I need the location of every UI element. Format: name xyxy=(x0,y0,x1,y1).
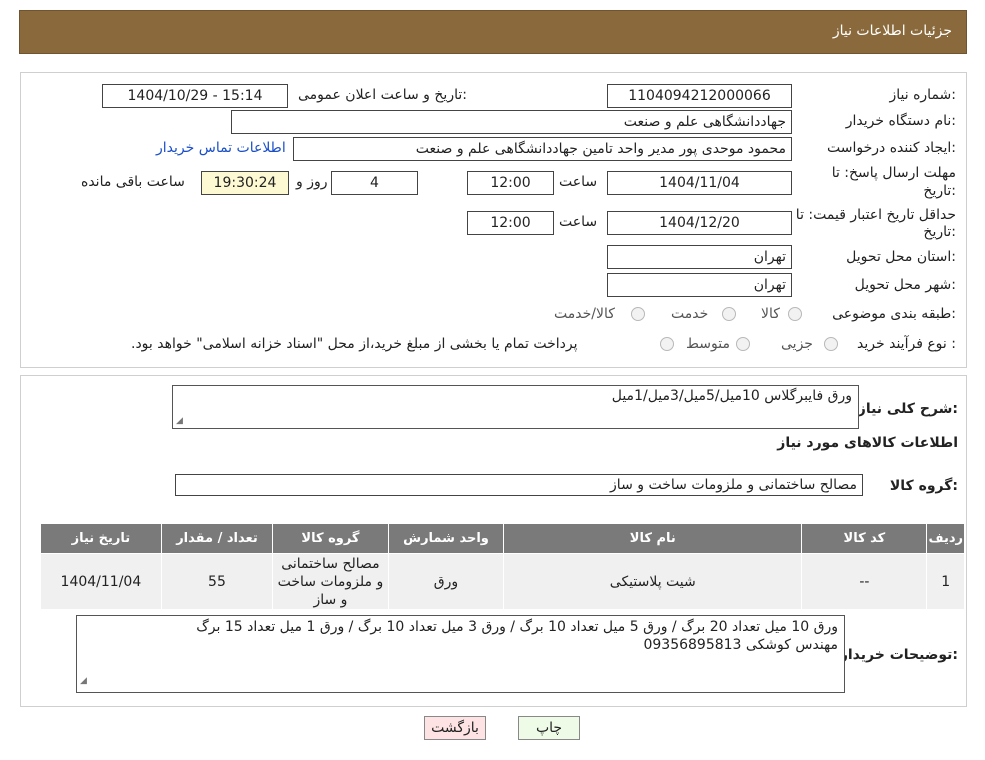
process-radio-medium[interactable] xyxy=(736,337,750,351)
col-name: نام کالا xyxy=(503,523,803,554)
need-number-label: شماره نیاز: xyxy=(889,87,956,103)
process-option-medium: متوسط xyxy=(686,336,730,352)
category-radio-goods-service[interactable] xyxy=(631,307,645,321)
city-label: شهر محل تحویل: xyxy=(854,277,956,293)
table-row: 1 -- شیت پلاستیکی ورق مصالح ساختمانی و م… xyxy=(40,553,965,610)
page-title: جزئیات اطلاعات نیاز xyxy=(832,23,952,39)
goods-group-field: مصالح ساختمانی و ملزومات ساخت و ساز xyxy=(175,474,863,496)
deadline-time-label: ساعت xyxy=(559,174,598,190)
category-radio-goods[interactable] xyxy=(788,307,802,321)
buyer-notes-textarea[interactable]: ورق 10 میل تعداد 20 برگ / ورق 5 میل تعدا… xyxy=(76,615,845,693)
buyer-notes-line1: ورق 10 میل تعداد 20 برگ / ورق 5 میل تعدا… xyxy=(196,619,838,635)
category-option-goods: کالا xyxy=(761,306,780,322)
print-button[interactable]: چاپ xyxy=(518,716,580,740)
cell-code: -- xyxy=(801,553,928,610)
process-label: نوع فرآیند خرید : xyxy=(857,336,956,352)
announce-label: تاریخ و ساعت اعلان عمومی: xyxy=(298,87,467,103)
goods-group-label: گروه کالا: xyxy=(889,478,958,494)
validity-label-line1: حداقل تاریخ اعتبار قیمت: تا xyxy=(795,207,956,223)
days-field: 4 xyxy=(331,171,418,195)
cell-row: 1 xyxy=(926,553,965,610)
need-info-panel: شماره نیاز: 1104094212000066 تاریخ و ساع… xyxy=(20,72,967,368)
goods-info-title: اطلاعات کالاهای مورد نیاز xyxy=(777,435,958,451)
buyer-label: نام دستگاه خریدار: xyxy=(845,113,956,129)
validity-date-field: 1404/12/20 xyxy=(607,211,792,235)
province-label: استان محل تحویل: xyxy=(846,249,956,265)
goods-table: ردیف کد کالا نام کالا واحد شمارش گروه کا… xyxy=(40,523,965,610)
remaining-label: ساعت باقی مانده xyxy=(81,174,185,190)
summary-textarea[interactable]: ورق فایبرگلاس 10میل/5میل/3میل/1میل ◢ xyxy=(172,385,859,429)
days-label: روز و xyxy=(296,174,328,190)
cell-name: شیت پلاستیکی xyxy=(503,553,803,610)
validity-label-line2: تاریخ: xyxy=(923,224,956,240)
category-radio-service[interactable] xyxy=(722,307,736,321)
cell-date: 1404/11/04 xyxy=(40,553,162,610)
category-option-goods-service: کالا/خدمت xyxy=(554,306,615,322)
col-qty: تعداد / مقدار xyxy=(160,523,274,554)
process-note: پرداخت تمام یا بخشی از مبلغ خرید،از محل … xyxy=(131,336,578,352)
buyer-contact-link[interactable]: اطلاعات تماس خریدار xyxy=(156,140,286,156)
resize-grip-icon: ◢ xyxy=(80,676,87,686)
col-code: کد کالا xyxy=(801,523,928,554)
need-number-field: 1104094212000066 xyxy=(607,84,792,108)
cell-qty: 55 xyxy=(160,553,274,610)
validity-time-label: ساعت xyxy=(559,214,598,230)
summary-text: ورق فایبرگلاس 10میل/5میل/3میل/1میل xyxy=(611,388,852,404)
deadline-time-field: 12:00 xyxy=(467,171,554,195)
remaining-time-field: 19:30:24 xyxy=(201,171,289,195)
details-panel: شرح کلی نیاز: ورق فایبرگلاس 10میل/5میل/3… xyxy=(20,375,967,707)
province-field: تهران xyxy=(607,245,792,269)
category-option-service: خدمت xyxy=(671,306,709,322)
deadline-date-field: 1404/11/04 xyxy=(607,171,792,195)
creator-label: ایجاد کننده درخواست: xyxy=(827,140,956,156)
city-field: تهران xyxy=(607,273,792,297)
deadline-label-line1: مهلت ارسال پاسخ: تا xyxy=(831,165,956,181)
buyer-field: جهاددانشگاهی علم و صنعت xyxy=(231,110,792,134)
buyer-notes-label: توضیحات خریدار: xyxy=(839,647,958,663)
page-header: جزئیات اطلاعات نیاز xyxy=(19,10,967,54)
validity-time-field: 12:00 xyxy=(467,211,554,235)
process-option-minor: جزیی xyxy=(781,336,813,352)
col-group: گروه کالا xyxy=(272,523,389,554)
summary-label: شرح کلی نیاز: xyxy=(857,401,958,417)
treasury-checkbox[interactable] xyxy=(660,337,674,351)
resize-grip-icon: ◢ xyxy=(176,416,183,426)
goods-table-header: ردیف کد کالا نام کالا واحد شمارش گروه کا… xyxy=(40,523,965,554)
creator-field: محمود موحدی پور مدیر واحد تامین جهاددانش… xyxy=(293,137,792,161)
back-button[interactable]: بازگشت xyxy=(424,716,486,740)
category-label: طبقه بندی موضوعی: xyxy=(832,306,956,322)
deadline-label-line2: تاریخ: xyxy=(923,183,956,199)
col-unit: واحد شمارش xyxy=(387,523,505,554)
buyer-notes-line2: مهندس کوشکی 09356895813 xyxy=(643,637,838,653)
announce-field: 1404/10/29 - 15:14 xyxy=(102,84,288,108)
col-date: تاریخ نیاز xyxy=(40,523,162,554)
col-row: ردیف xyxy=(926,523,965,554)
cell-unit: ورق xyxy=(387,553,505,610)
cell-group: مصالح ساختمانی و ملزومات ساخت و ساز xyxy=(272,553,389,610)
process-radio-minor[interactable] xyxy=(824,337,838,351)
